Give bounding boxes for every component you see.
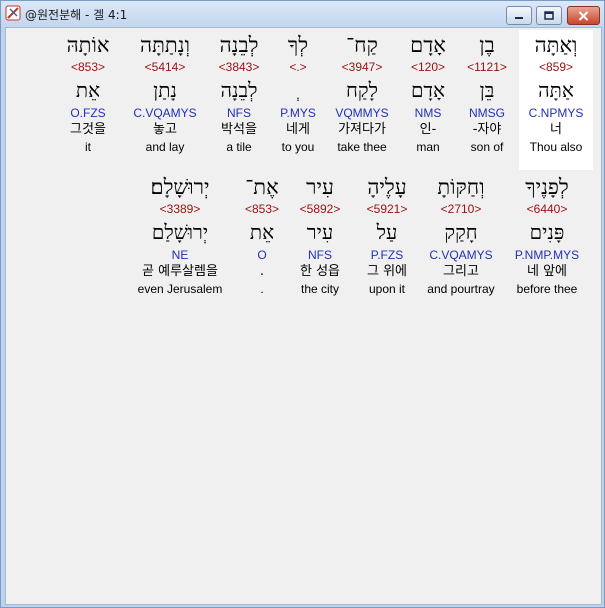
english-gloss: and lay [145, 140, 185, 154]
morphology-code: NE [171, 248, 189, 262]
close-icon [578, 10, 589, 21]
word-cell[interactable]: יְרוּשָׁלָם׃ <3389> יְרוּשָׁלַם NE 곧 예루살… [130, 172, 230, 296]
english-gloss: man [416, 140, 440, 154]
strong-number: <5921> [366, 202, 408, 216]
word-cell[interactable]: אֶת־ <853> אֵת O . . [225, 172, 299, 296]
morphology-code: P.NMP.MYS [514, 248, 580, 262]
hebrew-lemma: לְבֵנָה [220, 78, 258, 102]
hebrew-word: אָדָם [410, 33, 446, 57]
close-button[interactable] [567, 6, 600, 25]
hebrew-word: לְבֵנָה [219, 33, 259, 57]
maximize-icon [544, 11, 554, 20]
english-gloss: . [260, 282, 264, 296]
hebrew-lemma: עַל [376, 220, 398, 244]
word-cell[interactable]: וְחַקּוֹתָ <2710> חָקַק C.VQAMYS 그리고 and… [420, 172, 502, 296]
morphology-code: NMS [414, 106, 442, 120]
hebrew-word: וְנָתַתָּה [140, 33, 190, 57]
english-gloss: Thou also [529, 140, 583, 154]
hebrew-word: וְחַקּוֹתָ [437, 175, 485, 199]
morphology-code: VQMMYS [335, 106, 389, 120]
strong-number: <3843> [218, 60, 260, 74]
hebrew-word: אֶת־ [245, 175, 279, 199]
english-gloss: upon it [368, 282, 406, 296]
english-gloss: before thee [516, 282, 578, 296]
english-gloss: even Jerusalem [137, 282, 223, 296]
morphology-code: NFS [227, 106, 251, 120]
hebrew-word: עָלֶיהָ [367, 175, 407, 199]
hebrew-lemma: חָקַק [444, 220, 478, 244]
hebrew-lemma: פָּנִים [529, 220, 565, 244]
korean-gloss: 그 위에 [366, 264, 407, 279]
morphology-code: O [257, 248, 267, 262]
strong-number: <853> [70, 60, 106, 74]
hebrew-word: וְאַתָּה [534, 33, 578, 57]
hebrew-word: יְרוּשָׁלָם׃ [150, 175, 210, 199]
minimize-icon [515, 16, 523, 19]
korean-gloss: 그것을 [70, 122, 106, 137]
hebrew-lemma: אֵת [249, 220, 275, 244]
strong-number: <2710> [440, 202, 482, 216]
strong-number: <120> [410, 60, 446, 74]
korean-gloss: 놓고 [153, 122, 177, 137]
morphology-code: O.FZS [70, 106, 106, 120]
word-cell[interactable]: קַח־ <3947> לָקַח VQMMYS 가져다가 take thee [325, 30, 399, 154]
word-cell[interactable]: לְפָנֶיךָ <6440> פָּנִים P.NMP.MYS 네 앞에 … [508, 172, 586, 296]
korean-gloss: 곧 예루살렘을 [142, 264, 218, 279]
hebrew-word: לְפָנֶיךָ [525, 175, 569, 199]
english-gloss: it [85, 140, 91, 154]
hebrew-lemma: אָדָם [410, 78, 446, 102]
hebrew-word: אוֹתָהּ [66, 33, 110, 57]
hebrew-lemma: אֵת [75, 78, 101, 102]
hebrew-lemma: יְרוּשָׁלַם [151, 220, 209, 244]
korean-gloss: 인- [419, 122, 437, 137]
word-cell[interactable]: וְנָתַתָּה <5414> נָתַן C.VQAMYS 놓고 and … [128, 30, 202, 154]
english-gloss: and pourtray [427, 282, 495, 296]
hebrew-lemma: נָתַן [153, 78, 177, 102]
english-gloss: take thee [337, 140, 387, 154]
korean-gloss: 너 [550, 122, 562, 137]
korean-gloss: 네 앞에 [526, 264, 567, 279]
strong-number: <5414> [144, 60, 186, 74]
hebrew-lemma: לָקַח [346, 78, 378, 102]
word-cell[interactable]: אָדָם <120> אָדָם NMS 인- man [391, 30, 465, 154]
hebrew-lemma: אַתָּה [538, 78, 574, 102]
korean-gloss: . [259, 264, 265, 279]
strong-number: <3947> [341, 60, 383, 74]
strong-number: <859> [538, 60, 574, 74]
word-cell[interactable]: אוֹתָהּ <853> אֵת O.FZS 그것을 it [51, 30, 125, 154]
strong-number: <6440> [526, 202, 568, 216]
morphology-code: C.VQAMYS [133, 106, 197, 120]
korean-gloss: 가져다가 [338, 122, 386, 137]
word-cell[interactable]: לְבֵנָה <3843> לְבֵנָה NFS 박석을 a tile [202, 30, 276, 154]
hebrew-word: קַח־ [346, 33, 378, 57]
word-cell[interactable]: וְאַתָּה <859> אַתָּה C.NPMYS 너 Thou als… [519, 30, 593, 170]
maximize-button[interactable] [536, 6, 562, 25]
morphology-code: P.FZS [370, 248, 404, 262]
korean-gloss: 박석을 [221, 122, 257, 137]
window-title: @원전분해 - 겔 4:1 [25, 8, 128, 22]
strong-number: <853> [244, 202, 280, 216]
korean-gloss: 그리고 [443, 264, 479, 279]
morphology-code: C.VQAMYS [429, 248, 493, 262]
strong-number: <3389> [159, 202, 201, 216]
app-icon [5, 5, 21, 21]
english-gloss: a tile [226, 140, 252, 154]
app-window: @원전분해 - 겔 4:1 וְאַתָּה <859> אַתָּה C.NP… [0, 0, 605, 608]
word-cell[interactable]: עָלֶיהָ <5921> עַל P.FZS 그 위에 upon it [350, 172, 424, 296]
minimize-button[interactable] [506, 6, 532, 25]
morphology-code: C.NPMYS [528, 106, 584, 120]
title-bar[interactable]: @원전분해 - 겔 4:1 [1, 1, 604, 27]
interlinear-panel: וְאַתָּה <859> אַתָּה C.NPMYS 너 Thou als… [5, 27, 602, 605]
